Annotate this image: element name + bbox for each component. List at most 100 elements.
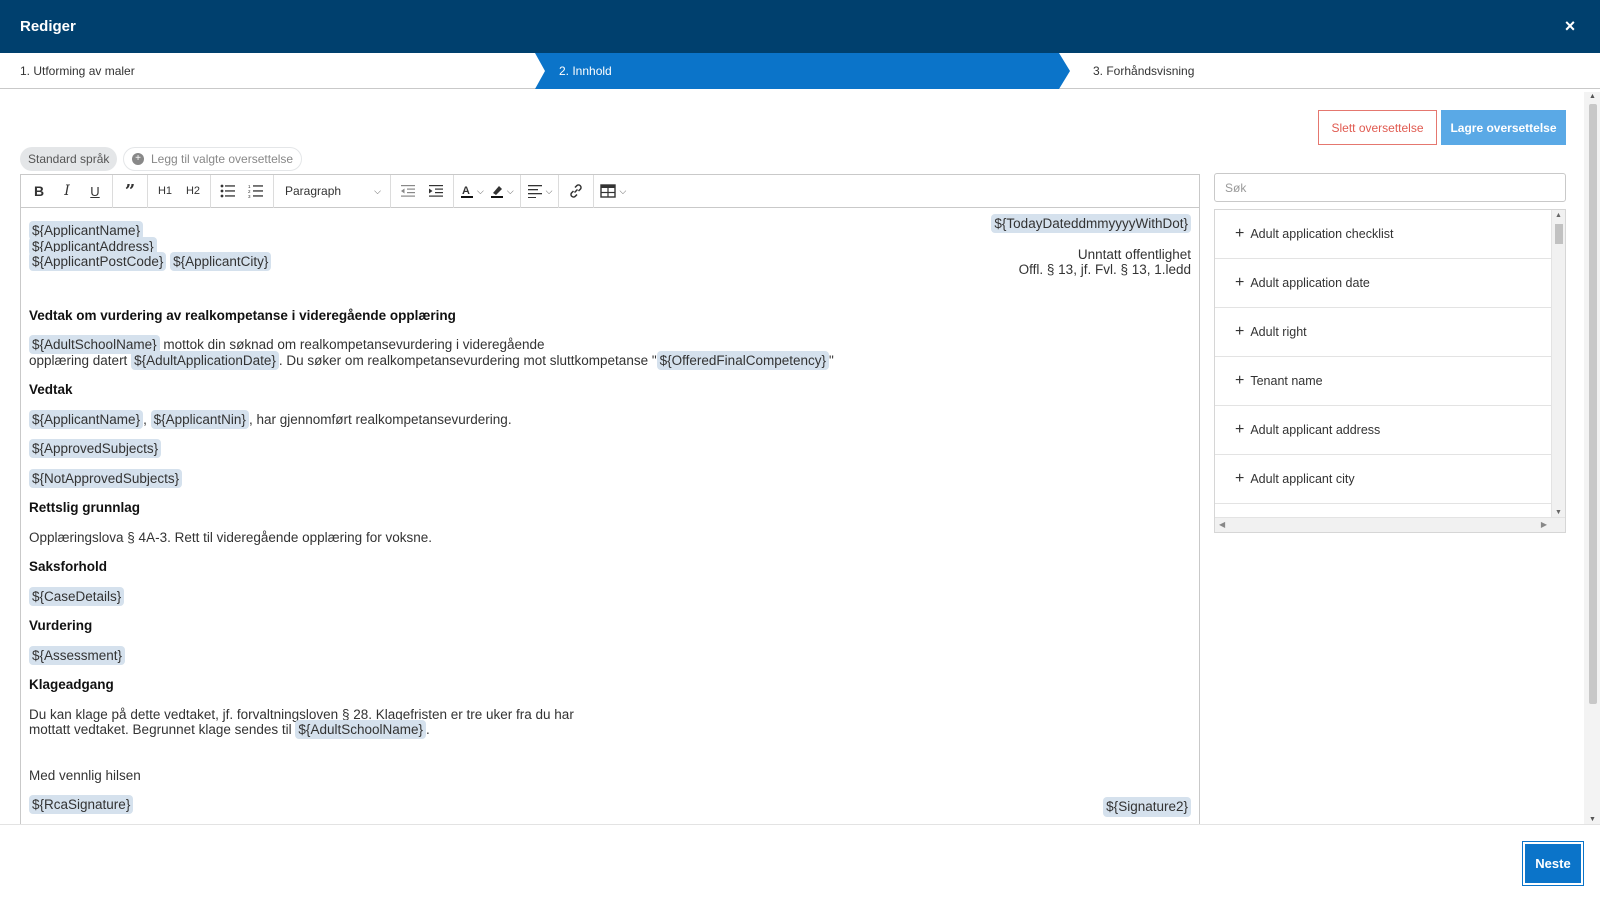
- list-item[interactable]: + Adult application date: [1215, 259, 1552, 308]
- save-translation-button[interactable]: Lagre oversettelse: [1441, 110, 1566, 145]
- step-preview[interactable]: 3. Forhåndsvisning: [1070, 53, 1570, 89]
- outdent-icon: [401, 185, 415, 197]
- bold-button[interactable]: B: [25, 178, 53, 204]
- scroll-right-icon[interactable]: ▶: [1541, 520, 1547, 529]
- list-horizontal-scrollbar[interactable]: ◀ ▶: [1215, 517, 1565, 532]
- chevron-down-icon: ⌵: [506, 185, 514, 196]
- scroll-thumb[interactable]: [1555, 224, 1563, 244]
- editor-content[interactable]: ${TodayDateddmmyyyyWithDot} Unntatt offe…: [21, 208, 1199, 817]
- scroll-up-icon[interactable]: ▲: [1555, 212, 1562, 219]
- bullet-list-button[interactable]: [214, 178, 242, 204]
- plus-icon: +: [1235, 470, 1245, 487]
- list-item[interactable]: + Adult right: [1215, 308, 1552, 357]
- svg-text:A: A: [462, 185, 470, 197]
- list-vertical-scrollbar[interactable]: ▲ ▼: [1551, 210, 1565, 518]
- toolbar-divider: [558, 175, 560, 208]
- exempt-label: Unntatt offentlighet: [1077, 246, 1191, 262]
- standard-language-chip[interactable]: Standard språk: [20, 147, 118, 171]
- document-title: Vedtak om vurdering av realkompetanse i …: [29, 307, 456, 323]
- outdent-button[interactable]: [394, 178, 422, 204]
- align-left-icon: [527, 185, 542, 198]
- list-item[interactable]: + Adult application checklist: [1215, 210, 1552, 259]
- variable-application-date[interactable]: ${AdultApplicationDate}: [131, 350, 279, 370]
- italic-button[interactable]: I: [53, 178, 81, 204]
- variable-assessment[interactable]: ${Assessment}: [29, 645, 126, 665]
- variable-rca-signature[interactable]: ${RcaSignature}: [29, 795, 134, 814]
- plus-icon: +: [1235, 323, 1245, 340]
- page-scrollbar[interactable]: ▲ ▼: [1584, 92, 1600, 824]
- close-icon[interactable]: ×: [1560, 16, 1580, 37]
- scroll-up-icon[interactable]: ▲: [1589, 93, 1596, 100]
- heading-rettslig: Rettslig grunnlag: [29, 500, 140, 515]
- list-item[interactable]: + Tenant name: [1215, 357, 1552, 406]
- step-design-templates[interactable]: 1. Utforming av maler: [0, 53, 535, 89]
- variable-approved-subjects[interactable]: ${ApprovedSubjects}: [29, 439, 162, 458]
- scroll-left-icon[interactable]: ◀: [1219, 520, 1225, 529]
- indent-button[interactable]: [422, 178, 450, 204]
- variable-today-date[interactable]: ${TodayDateddmmyyyyWithDot}: [991, 214, 1191, 233]
- next-button[interactable]: Neste: [1525, 844, 1581, 883]
- scroll-down-icon[interactable]: ▼: [1555, 509, 1562, 516]
- variable-offered-competency[interactable]: ${OfferedFinalCompetency}: [656, 350, 829, 370]
- text-color-icon: A: [461, 185, 473, 198]
- toolbar-divider: [390, 175, 391, 208]
- indent-icon: [429, 185, 443, 197]
- step-content[interactable]: 2. Innhold: [535, 53, 1070, 89]
- rettslig-paragraph: Opplæringslova § 4A-3. Rett til videregå…: [29, 529, 432, 545]
- list-item[interactable]: + Adult applicant city: [1215, 455, 1552, 504]
- svg-text:3: 3: [248, 194, 251, 198]
- block-format-value: Paragraph: [285, 184, 342, 198]
- intro-paragraph: ${AdultSchoolName} mottok din søknad om …: [29, 335, 834, 370]
- decision-paragraph: ${ApplicantName}, ${ApplicantNin}, har g…: [29, 409, 1191, 429]
- delete-translation-button[interactable]: Slett oversettelse: [1318, 110, 1437, 145]
- editor-toolbar: B I U ” H1 H2 123 Paragraph ⌵ A ⌵ ⌵ ⌵ ⌵: [21, 175, 1199, 208]
- plus-icon: +: [1235, 225, 1245, 242]
- heading-vurdering: Vurdering: [29, 618, 93, 633]
- toolbar-divider: [593, 175, 595, 208]
- highlight-color-button[interactable]: ⌵: [487, 178, 517, 204]
- heading1-button[interactable]: H1: [151, 178, 179, 204]
- variable-applicant-name[interactable]: ${ApplicantName}: [29, 409, 144, 429]
- list-item[interactable]: + Adult applicant address: [1215, 406, 1552, 455]
- numbered-list-button[interactable]: 123: [242, 178, 270, 204]
- link-icon: [570, 184, 583, 198]
- text-color-button[interactable]: A ⌵: [457, 178, 487, 204]
- variable-signature2[interactable]: ${Signature2}: [1103, 797, 1191, 817]
- assessment-paragraph: ${Assessment}: [29, 645, 1191, 665]
- search-input[interactable]: Søk: [1214, 173, 1566, 202]
- bullet-list-icon: [220, 184, 235, 198]
- blockquote-button[interactable]: ”: [116, 178, 144, 204]
- heading-klage: Klageadgang: [29, 677, 114, 692]
- chevron-down-icon: ⌵: [619, 185, 627, 196]
- table-button[interactable]: ⌵: [597, 178, 629, 204]
- scroll-down-icon[interactable]: ▼: [1589, 816, 1596, 823]
- greeting: Med vennlig hilsen: [29, 767, 141, 783]
- variable-applicant-nin[interactable]: ${ApplicantNin}: [150, 409, 249, 429]
- klage-paragraph: Du kan klage på dette vedtaket, jf. forv…: [29, 706, 574, 739]
- approved-paragraph: ${ApprovedSubjects}: [29, 439, 1191, 458]
- variable-not-approved-subjects[interactable]: ${NotApprovedSubjects}: [29, 468, 183, 488]
- align-button[interactable]: ⌵: [524, 178, 556, 204]
- variable-list: + Adult application checklist + Adult appl…: [1214, 209, 1566, 533]
- underline-button[interactable]: U: [81, 178, 109, 204]
- variable-case-details[interactable]: ${CaseDetails}: [29, 586, 125, 606]
- variable-applicant-postcode[interactable]: ${ApplicantPostCode}: [29, 252, 167, 271]
- toolbar-divider: [453, 175, 454, 208]
- add-circle-icon: +: [132, 153, 144, 165]
- variable-school-name[interactable]: ${AdultSchoolName}: [295, 720, 427, 739]
- numbered-list-icon: 123: [248, 184, 263, 198]
- toolbar-divider: [112, 175, 113, 208]
- link-button[interactable]: [562, 178, 590, 204]
- offl-label: Offl. § 13, jf. Fvl. § 13, 1.ledd: [1018, 262, 1191, 277]
- dialog-header: Rediger ×: [0, 0, 1600, 53]
- chevron-down-icon: ⌵: [545, 185, 553, 196]
- variable-applicant-city[interactable]: ${ApplicantCity}: [170, 252, 272, 271]
- heading2-button[interactable]: H2: [179, 178, 207, 204]
- rich-text-editor: B I U ” H1 H2 123 Paragraph ⌵ A ⌵ ⌵ ⌵ ⌵ …: [20, 174, 1200, 824]
- add-translation-chip[interactable]: + Legg til valgte oversettelse: [123, 147, 303, 171]
- signature-row: ${RcaSignature} ${Signature2}: [29, 795, 1191, 817]
- chevron-down-icon: ⌵: [374, 185, 381, 196]
- scroll-thumb[interactable]: [1589, 104, 1597, 704]
- dialog-title: Rediger: [20, 18, 76, 35]
- block-format-select[interactable]: Paragraph ⌵: [277, 178, 387, 204]
